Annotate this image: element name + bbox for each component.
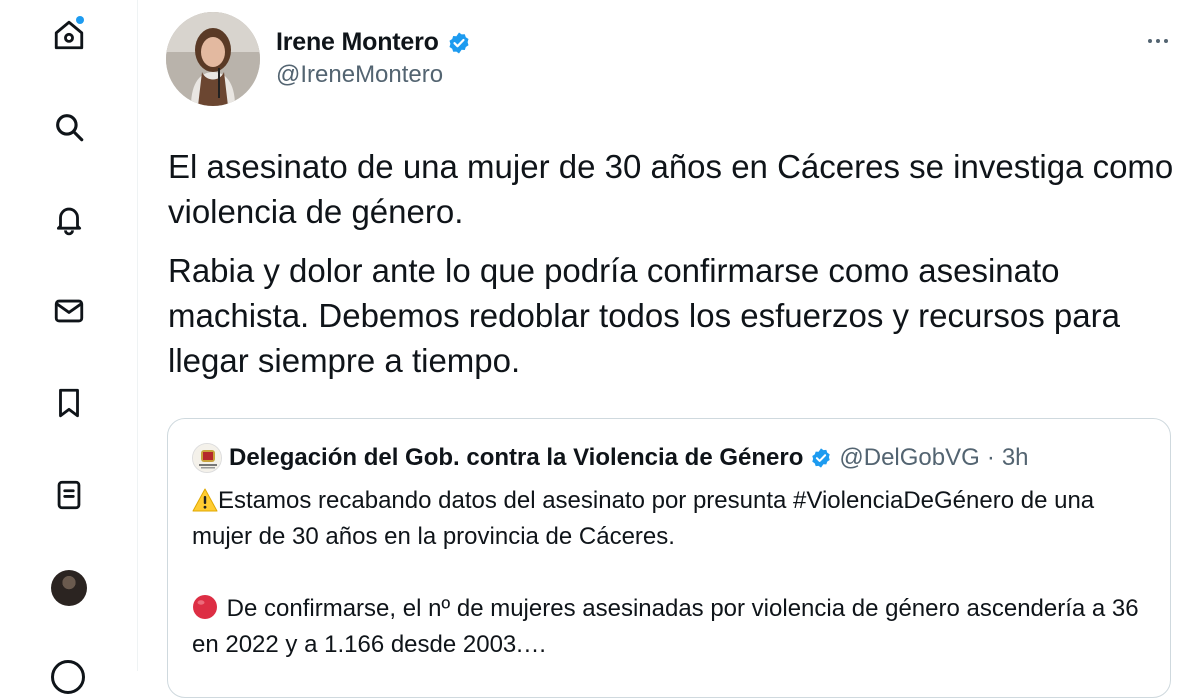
notification-dot — [76, 16, 84, 24]
bookmark-icon — [59, 388, 79, 418]
author-avatar[interactable] — [166, 12, 260, 106]
more-icon[interactable] — [51, 660, 85, 694]
quoted-author-name[interactable]: Delegación del Gob. contra la Violencia … — [229, 444, 803, 472]
quoted-verified-badge-icon — [810, 447, 832, 469]
nav-explore[interactable] — [46, 104, 92, 150]
warning-icon — [192, 487, 218, 514]
author-handle[interactable]: @IreneMontero — [276, 61, 443, 89]
bell-icon — [56, 207, 82, 236]
envelope-icon — [54, 299, 84, 323]
verified-badge-icon — [447, 31, 471, 55]
red-circle-icon — [192, 595, 220, 622]
quoted-author-handle[interactable]: @DelGobVG — [839, 444, 979, 472]
quoted-tweet[interactable]: Delegación del Gob. contra la Violencia … — [167, 418, 1171, 698]
nav-home[interactable] — [46, 12, 92, 58]
quoted-text-2: De confirmarse, el nº de mujeres asesina… — [192, 595, 1139, 658]
nav-profile-avatar[interactable] — [51, 570, 87, 606]
lists-icon — [57, 480, 81, 510]
quoted-timestamp[interactable]: 3h — [1002, 444, 1029, 472]
quoted-tweet-header: Delegación del Gob. contra la Violencia … — [192, 443, 1029, 473]
nav-notifications[interactable] — [46, 196, 92, 242]
tweet-paragraph-2: Rabia y dolor ante lo que podría confirm… — [168, 252, 1120, 379]
tweet-paragraph-1: El asesinato de una mujer de 30 años en … — [168, 148, 1174, 230]
nav-messages[interactable] — [46, 288, 92, 334]
author-name[interactable]: Irene Montero — [276, 28, 439, 57]
author-name-row[interactable]: Irene Montero — [276, 28, 471, 57]
nav-lists[interactable] — [46, 472, 92, 518]
quoted-text-1: Estamos recabando datos del asesinato po… — [192, 487, 1095, 550]
quoted-text-line-2: De confirmarse, el nº de mujeres asesina… — [192, 591, 1152, 663]
more-options-icon[interactable] — [1143, 26, 1173, 56]
side-nav — [0, 0, 138, 694]
quoted-text-line-1: Estamos recabando datos del asesinato po… — [192, 483, 1152, 555]
search-icon — [56, 114, 84, 142]
quoted-author-avatar[interactable] — [192, 443, 222, 473]
quoted-separator: · — [986, 444, 995, 471]
nav-bookmarks[interactable] — [46, 380, 92, 426]
